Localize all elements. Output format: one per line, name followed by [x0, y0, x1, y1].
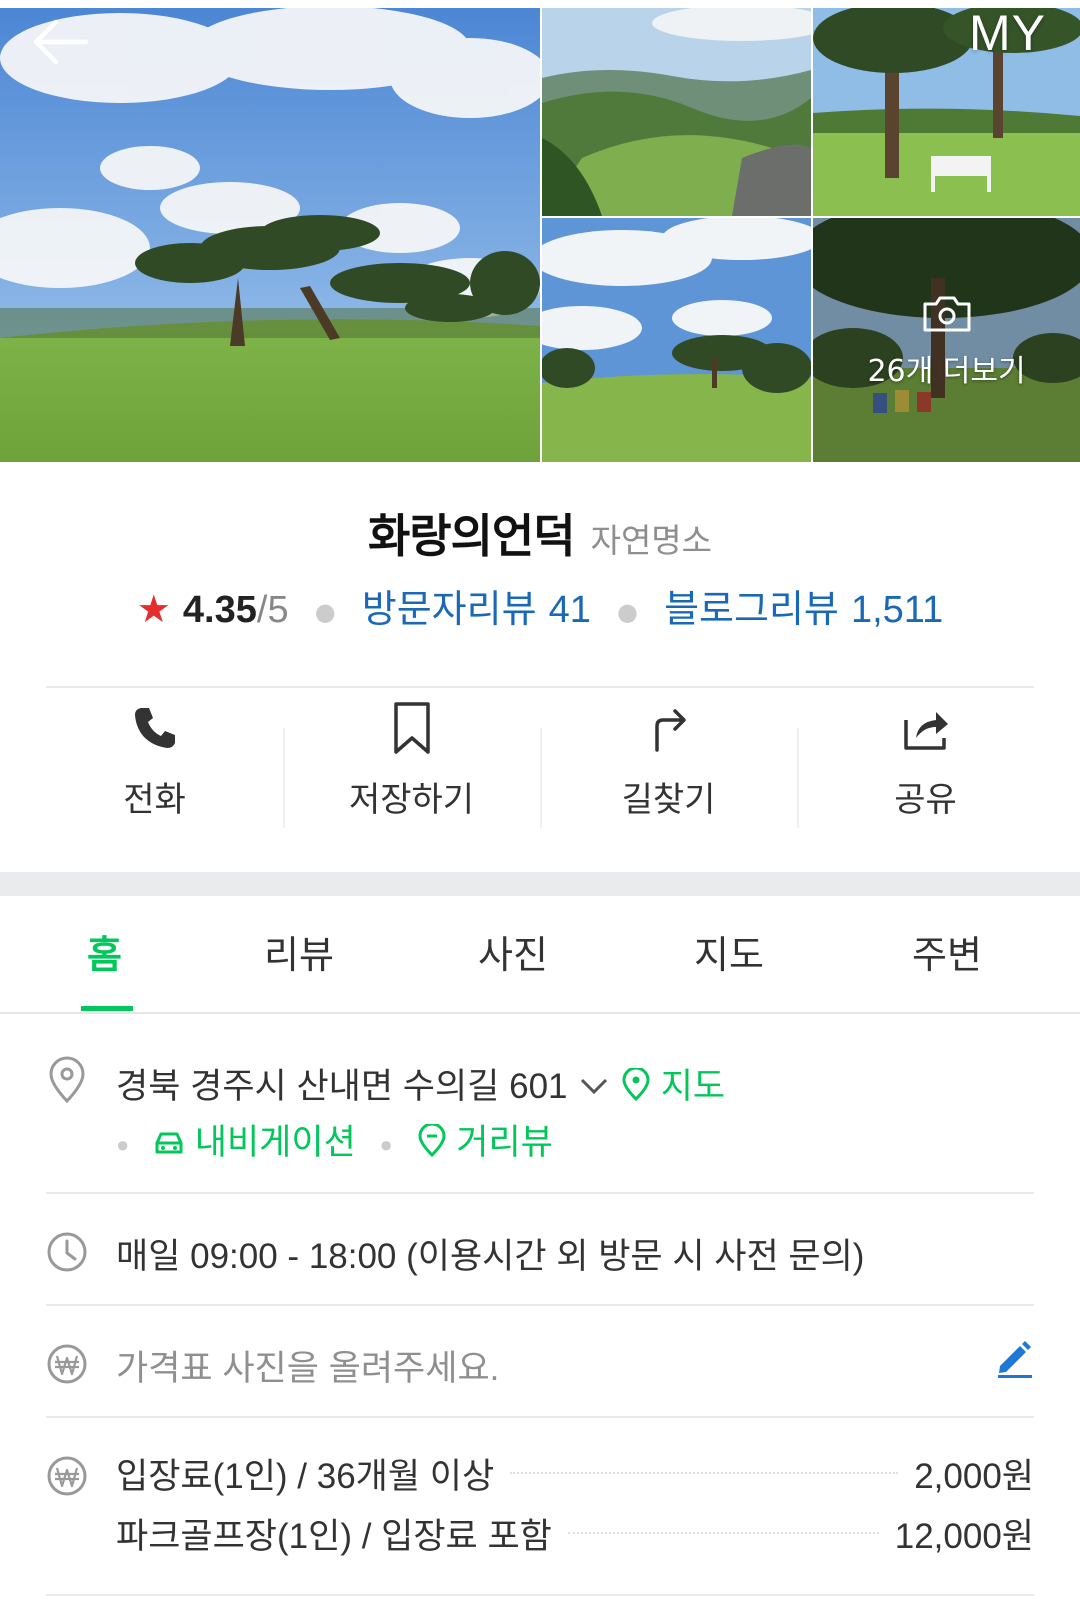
- section-gap: [0, 872, 1080, 896]
- camera-icon: [923, 296, 970, 332]
- visitor-review-link[interactable]: 방문자리뷰 41: [362, 587, 591, 631]
- share-label: 공유: [894, 780, 957, 820]
- clock-icon: [47, 1232, 87, 1272]
- address-text: 경북 경주시 산내면 수의길 601: [116, 1067, 568, 1106]
- map-link-label: 지도: [660, 1067, 726, 1106]
- visitor-review-count: 41: [548, 589, 591, 631]
- photo-gallery: 26개 더보기 MY: [0, 0, 1080, 462]
- dotted-leader: [567, 1532, 879, 1534]
- tab-photos[interactable]: 사진: [478, 924, 548, 979]
- navigation-link-label: 내비게이션: [194, 1123, 356, 1162]
- place-name: 화랑의언덕: [367, 509, 576, 563]
- directions-button[interactable]: 길찾기: [540, 700, 797, 830]
- star-icon: ★: [136, 587, 171, 631]
- more-photos-tile[interactable]: 26개 더보기: [813, 218, 1080, 462]
- back-arrow-icon: [33, 19, 89, 65]
- won-icon: [47, 1344, 87, 1384]
- separator-dot: ●: [116, 1131, 130, 1157]
- rating-max: /5: [256, 589, 289, 631]
- price-item-value: 12,000원: [894, 1516, 1034, 1556]
- more-photos-label: 26개 더보기: [867, 354, 1026, 389]
- edit-price-button[interactable]: [994, 1338, 1034, 1378]
- map-pin-icon: [622, 1066, 650, 1102]
- valley-photo[interactable]: [542, 8, 811, 216]
- divider: [46, 686, 1034, 688]
- street-view-link-label: 거리뷰: [456, 1123, 553, 1162]
- call-button[interactable]: 전화: [26, 700, 283, 830]
- phone-icon: [134, 708, 175, 748]
- directions-icon: [654, 709, 686, 752]
- expand-address-button[interactable]: [577, 1067, 611, 1106]
- separator-dot: ●: [314, 597, 336, 626]
- pencil-icon: [998, 1341, 1032, 1378]
- price-item-name: 입장료(1인) / 36개월 이상: [116, 1456, 495, 1496]
- visitor-review-label: 방문자리뷰: [361, 587, 537, 631]
- divider: [46, 1416, 1034, 1418]
- address-row: 경북 경주시 산내면 수의길 601 지도: [116, 1058, 725, 1109]
- tab-reviews[interactable]: 리뷰: [264, 924, 334, 979]
- place-category: 자연명소: [590, 521, 713, 560]
- my-button[interactable]: MY: [969, 4, 1046, 62]
- price-item: 입장료(1인) / 36개월 이상 2,000원: [116, 1448, 1034, 1498]
- tab-nearby[interactable]: 주변: [912, 924, 982, 979]
- tab-map[interactable]: 지도: [694, 924, 764, 979]
- call-label: 전화: [123, 780, 186, 820]
- share-icon: [903, 712, 948, 750]
- won-icon: [47, 1456, 87, 1496]
- share-button[interactable]: 공유: [797, 700, 1054, 830]
- tab-bar: 홈 리뷰 사진 지도 주변: [0, 896, 1080, 1014]
- location-pin-icon: [49, 1056, 85, 1104]
- rating-score: 4.35: [182, 589, 257, 631]
- price-item-value: 2,000원: [914, 1456, 1034, 1496]
- bookmark-icon: [393, 702, 430, 754]
- divider: [46, 1304, 1034, 1306]
- action-bar: 전화 저장하기 길찾기 공유: [26, 700, 1054, 830]
- business-hours: 매일 09:00 - 18:00 (이용시간 외 방문 시 사전 문의): [116, 1237, 865, 1276]
- tab-home[interactable]: 홈: [87, 924, 122, 979]
- price-item-name: 파크골프장(1인) / 입장료 포함: [116, 1516, 552, 1556]
- price-item: 파크골프장(1인) / 입장료 포함 12,000원: [116, 1508, 1034, 1558]
- separator-dot: ●: [379, 1131, 393, 1157]
- save-button[interactable]: 저장하기: [283, 700, 540, 830]
- divider: [46, 1192, 1034, 1194]
- active-tab-indicator: [81, 1006, 133, 1011]
- address-links-row: ● 내비게이션 ● 거리뷰: [116, 1114, 553, 1165]
- main-photo[interactable]: [0, 8, 540, 462]
- directions-label: 길찾기: [621, 780, 716, 820]
- blog-review-label: 블로그리뷰: [664, 587, 839, 631]
- save-label: 저장하기: [348, 780, 475, 820]
- street-view-pin-icon: [418, 1122, 446, 1158]
- blog-review-count: 1,511: [850, 589, 944, 631]
- place-title-row: 화랑의언덕 자연명소: [0, 500, 1080, 566]
- chevron-down-icon: [581, 1078, 608, 1095]
- dotted-leader: [510, 1472, 899, 1474]
- back-button[interactable]: [28, 14, 98, 70]
- map-link[interactable]: 지도: [621, 1066, 726, 1106]
- navigation-link[interactable]: 내비게이션: [153, 1123, 365, 1162]
- street-view-link[interactable]: 거리뷰: [417, 1122, 553, 1162]
- more-photos-overlay[interactable]: 26개 더보기: [813, 218, 1080, 462]
- rating-row: ★ 4.35/5 ● 방문자리뷰 41 ● 블로그리뷰 1,511: [0, 578, 1080, 633]
- divider: [46, 1594, 1034, 1596]
- blog-review-link[interactable]: 블로그리뷰 1,511: [664, 587, 943, 631]
- car-icon: [155, 1132, 183, 1154]
- separator-dot: ●: [617, 597, 638, 626]
- field-photo[interactable]: [542, 218, 811, 462]
- price-photo-prompt: 가격표 사진을 올려주세요.: [116, 1349, 500, 1388]
